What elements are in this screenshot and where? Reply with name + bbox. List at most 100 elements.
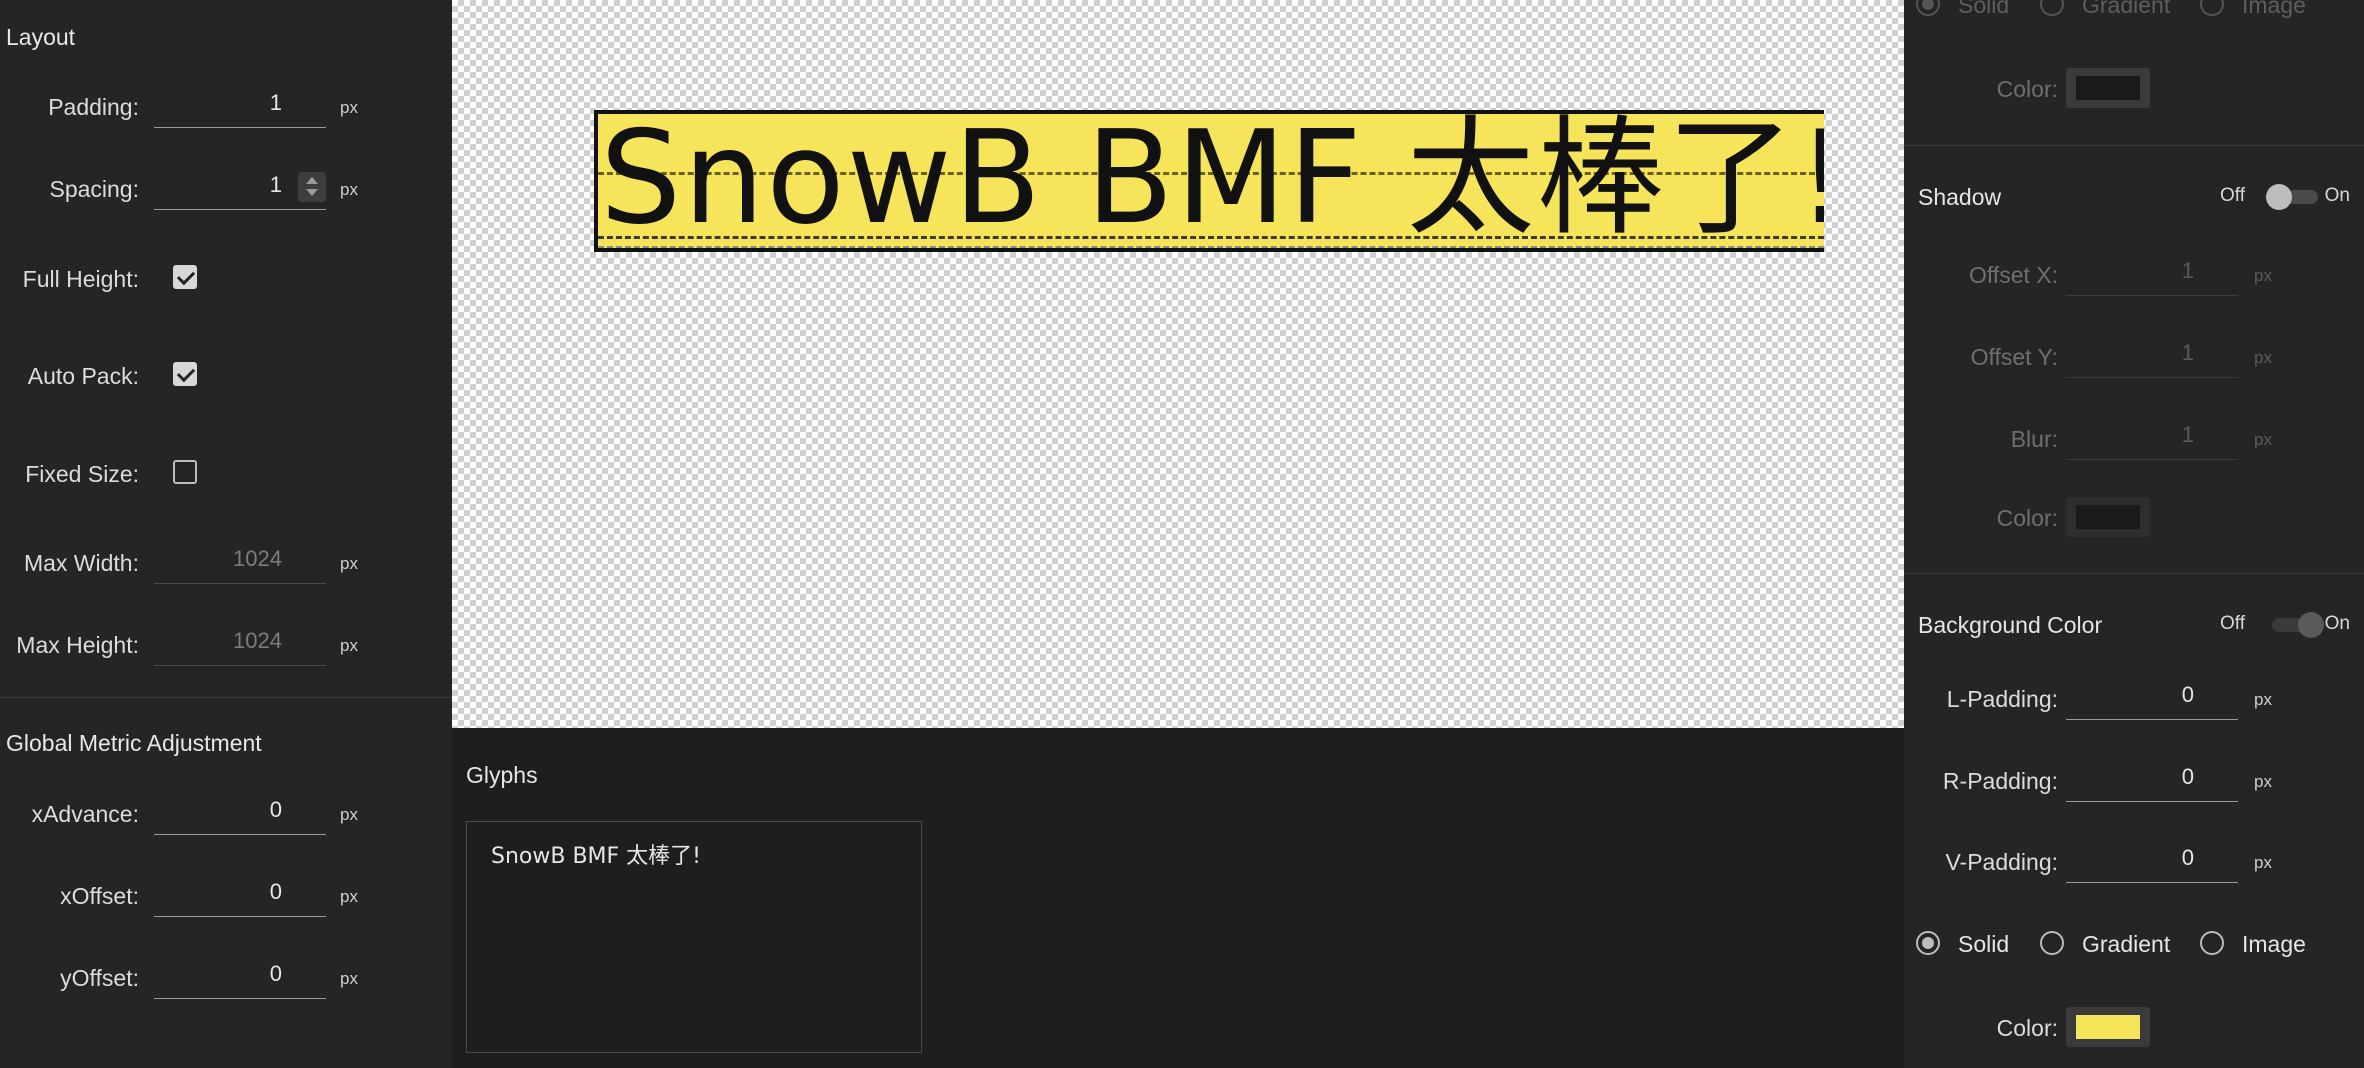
x-offset-label: xOffset: bbox=[60, 883, 139, 909]
fill-color-swatch bbox=[2076, 76, 2140, 100]
x-offset-row: xOffset: 0 px bbox=[0, 871, 452, 921]
v-padding-unit: px bbox=[2254, 853, 2272, 872]
shadow-title: Shadow bbox=[1918, 184, 2002, 210]
section-divider bbox=[0, 697, 452, 698]
x-advance-label: xAdvance: bbox=[31, 801, 139, 827]
r-padding-row: R-Padding: 0 px bbox=[1904, 756, 2364, 806]
fill-color-picker[interactable] bbox=[2066, 68, 2150, 108]
radio-icon bbox=[2040, 931, 2064, 955]
background-solid-label: Solid bbox=[1958, 931, 2010, 957]
section-divider bbox=[1904, 145, 2364, 146]
background-toggle[interactable]: Off On bbox=[2220, 609, 2350, 639]
shadow-offset-y-input[interactable]: 1 bbox=[2066, 332, 2238, 378]
shadow-toggle[interactable]: Off On bbox=[2220, 181, 2350, 211]
background-toggle-on-label: On bbox=[2324, 613, 2350, 634]
l-padding-unit: px bbox=[2254, 690, 2272, 709]
glyphs-panel: Glyphs SnowB BMF 太棒了! bbox=[452, 728, 1904, 1068]
radio-icon bbox=[2200, 931, 2224, 955]
max-width-row: Max Width: 1024 px bbox=[0, 538, 452, 588]
full-height-row: Full Height: bbox=[0, 254, 452, 304]
x-offset-unit: px bbox=[340, 887, 358, 906]
shadow-blur-row: Blur: 1 px bbox=[1904, 414, 2364, 464]
radio-icon bbox=[2200, 0, 2224, 16]
shadow-color-swatch bbox=[2076, 505, 2140, 529]
preview-canvas[interactable]: SnowB BMF 太棒了! bbox=[452, 0, 1904, 728]
radio-icon bbox=[2040, 0, 2064, 16]
max-width-label: Max Width: bbox=[23, 550, 139, 576]
fill-color-label: Color: bbox=[1996, 76, 2058, 102]
fill-gradient-label: Gradient bbox=[2082, 0, 2171, 18]
spacing-unit: px bbox=[340, 180, 358, 199]
background-color-title: Background Color bbox=[1918, 612, 2103, 638]
x-offset-input[interactable]: 0 bbox=[154, 871, 326, 917]
full-height-label: Full Height: bbox=[22, 266, 139, 292]
max-height-unit: px bbox=[340, 636, 358, 655]
r-padding-label: R-Padding: bbox=[1942, 768, 2058, 794]
padding-label: Padding: bbox=[48, 94, 139, 120]
background-toggle-off-label: Off bbox=[2220, 613, 2245, 634]
background-image-label: Image bbox=[2242, 931, 2306, 957]
max-height-label: Max Height: bbox=[16, 632, 139, 658]
shadow-color-picker[interactable] bbox=[2066, 497, 2150, 537]
shadow-blur-label: Blur: bbox=[2010, 426, 2058, 452]
radio-selected-icon bbox=[1916, 931, 1940, 955]
fill-type-radio-group: Solid Gradient Image bbox=[1916, 0, 2356, 21]
spacing-label: Spacing: bbox=[49, 176, 139, 202]
padding-input[interactable]: 1 bbox=[154, 82, 326, 128]
fill-solid-label: Solid bbox=[1958, 0, 2010, 18]
fill-image-label: Image bbox=[2242, 0, 2306, 18]
stepper-up-icon[interactable] bbox=[306, 177, 318, 184]
auto-pack-label: Auto Pack: bbox=[27, 363, 139, 389]
shadow-blur-unit: px bbox=[2254, 430, 2272, 449]
metric-section-title: Global Metric Adjustment bbox=[6, 730, 262, 756]
font-atlas-preview: SnowB BMF 太棒了! bbox=[594, 110, 1824, 252]
max-height-row: Max Height: 1024 px bbox=[0, 620, 452, 670]
auto-pack-row: Auto Pack: bbox=[0, 351, 452, 401]
shadow-toggle-track[interactable] bbox=[2266, 184, 2318, 210]
padding-row: Padding: 1 px bbox=[0, 82, 452, 132]
max-width-input[interactable]: 1024 bbox=[154, 538, 326, 584]
layout-section-title: Layout bbox=[6, 24, 76, 50]
shadow-offset-x-unit: px bbox=[2254, 266, 2272, 285]
y-offset-label: yOffset: bbox=[60, 965, 139, 991]
spacing-stepper[interactable] bbox=[298, 172, 326, 202]
y-offset-input[interactable]: 0 bbox=[154, 953, 326, 999]
shadow-offset-x-row: Offset X: 1 px bbox=[1904, 250, 2364, 300]
toggle-knob-icon[interactable] bbox=[2266, 184, 2292, 210]
fixed-size-row: Fixed Size: bbox=[0, 449, 452, 499]
shadow-offset-x-input[interactable]: 1 bbox=[2066, 250, 2238, 296]
auto-pack-checkbox[interactable] bbox=[173, 362, 197, 386]
r-padding-input[interactable]: 0 bbox=[2066, 756, 2238, 802]
spacing-row: Spacing: 1 px bbox=[0, 164, 452, 214]
shadow-offset-x-label: Offset X: bbox=[1968, 262, 2058, 288]
r-padding-unit: px bbox=[2254, 772, 2272, 791]
fixed-size-label: Fixed Size: bbox=[25, 461, 139, 487]
max-height-input[interactable]: 1024 bbox=[154, 620, 326, 666]
glyphs-textarea[interactable]: SnowB BMF 太棒了! bbox=[466, 821, 922, 1053]
left-panel: Layout Padding: 1 px Spacing: 1 px Full … bbox=[0, 0, 452, 1068]
stepper-down-icon[interactable] bbox=[306, 189, 318, 196]
l-padding-input[interactable]: 0 bbox=[2066, 674, 2238, 720]
x-advance-row: xAdvance: 0 px bbox=[0, 789, 452, 839]
shadow-blur-input[interactable]: 1 bbox=[2066, 414, 2238, 460]
shadow-offset-y-unit: px bbox=[2254, 348, 2272, 367]
background-color-picker[interactable] bbox=[2066, 1007, 2150, 1047]
l-padding-label: L-Padding: bbox=[1946, 686, 2058, 712]
toggle-knob-icon[interactable] bbox=[2298, 612, 2324, 638]
atlas-glyph-text: SnowB BMF 太棒了! bbox=[600, 110, 1824, 252]
x-advance-unit: px bbox=[340, 805, 358, 824]
v-padding-input[interactable]: 0 bbox=[2066, 837, 2238, 883]
right-panel: Solid Gradient Image Color: Shadow Off O… bbox=[1904, 0, 2364, 1068]
fill-color-row: Color: bbox=[1904, 64, 2364, 114]
background-color-label: Color: bbox=[1996, 1015, 2058, 1041]
fixed-size-checkbox[interactable] bbox=[173, 460, 197, 484]
background-color-swatch bbox=[2076, 1015, 2140, 1039]
section-divider bbox=[1904, 573, 2364, 574]
background-toggle-track[interactable] bbox=[2272, 612, 2324, 638]
full-height-checkbox[interactable] bbox=[173, 265, 197, 289]
max-width-unit: px bbox=[340, 554, 358, 573]
shadow-offset-y-row: Offset Y: 1 px bbox=[1904, 332, 2364, 382]
x-advance-input[interactable]: 0 bbox=[154, 789, 326, 835]
v-padding-label: V-Padding: bbox=[1945, 849, 2058, 875]
y-offset-unit: px bbox=[340, 969, 358, 988]
